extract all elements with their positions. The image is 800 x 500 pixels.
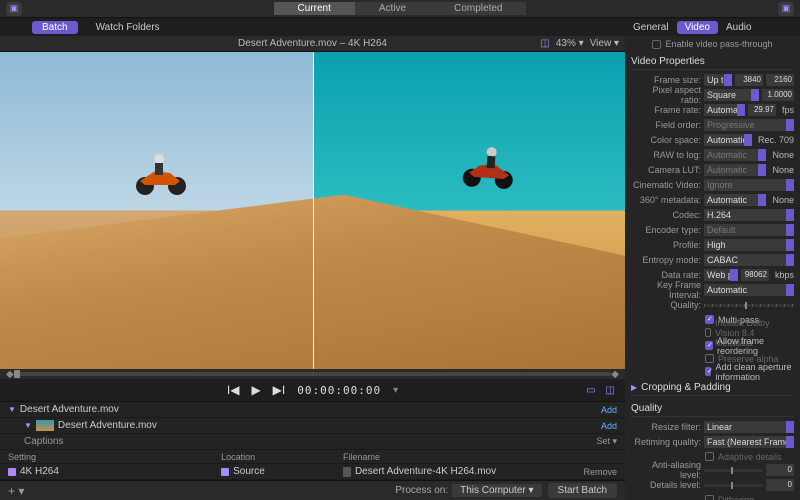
file-icon (343, 467, 351, 477)
encoder-select[interactable]: Default (704, 224, 794, 236)
tab-watch-folders[interactable]: Watch Folders (86, 21, 170, 34)
sub-toolbar: Batch Watch Folders General Video Audio (0, 18, 800, 36)
top-toolbar: ▣ Current Active Completed ▣ (0, 0, 800, 18)
tab-current[interactable]: Current (274, 2, 355, 15)
reorder-checkbox[interactable] (705, 341, 713, 350)
compare-icon[interactable]: ◫ (540, 38, 549, 49)
disclosure-icon[interactable]: ▼ (8, 405, 16, 414)
zoom-level[interactable]: 43% ▾ (556, 38, 584, 49)
inspector-panel: Enable video pass-through Video Properti… (625, 36, 800, 500)
timecode[interactable]: 00:00:00:00 (297, 384, 381, 397)
prev-button[interactable]: I◀ (227, 383, 240, 397)
dolby-checkbox[interactable] (705, 328, 711, 337)
output-row[interactable]: 4K H264 Source Desert Adventure-4K H264.… (0, 464, 625, 480)
section-quality: Quality (631, 399, 794, 417)
retime-select[interactable]: Fast (Nearest Frame) (704, 436, 794, 448)
tab-completed[interactable]: Completed (430, 2, 526, 15)
transport-bar: I◀ ▶ ▶I 00:00:00:00 ▾ ▭ ◫ (0, 379, 625, 401)
meta360-select[interactable]: Automatic (704, 194, 766, 206)
captions-label: Captions (24, 436, 596, 447)
colorspace-select[interactable]: Automatic (704, 134, 752, 146)
batch-list: ▼ Desert Adventure.mov Add ▼ Desert Adve… (0, 401, 625, 480)
start-batch-button[interactable]: Start Batch (548, 483, 617, 498)
section-video-properties: Video Properties (631, 52, 794, 70)
tab-video[interactable]: Video (677, 21, 718, 34)
set-menu[interactable]: Set ▾ (596, 436, 617, 447)
clean-checkbox[interactable] (705, 367, 711, 376)
alpha-checkbox[interactable] (705, 354, 714, 363)
compare-divider[interactable] (313, 52, 314, 369)
add-link[interactable]: Add (601, 421, 617, 431)
main-tabs: Current Active Completed (274, 2, 527, 15)
sidebar-left-icon[interactable]: ▣ (6, 2, 22, 16)
captions-row[interactable]: Captions Set ▾ (0, 434, 625, 450)
timeline-scrubber[interactable]: ◆ ◆ (0, 369, 625, 379)
passthrough-checkbox[interactable] (652, 40, 661, 49)
footer-bar: + ▾ Process on: This Computer ▾ Start Ba… (0, 480, 625, 500)
add-button[interactable]: + ▾ (8, 484, 24, 498)
tab-general[interactable]: General (625, 21, 677, 34)
tab-audio[interactable]: Audio (718, 21, 760, 34)
play-button[interactable]: ▶ (251, 383, 260, 397)
dither-checkbox[interactable] (705, 495, 714, 500)
preview-title: Desert Adventure.mov – 4K H264 (238, 38, 387, 49)
setting-icon (8, 468, 16, 476)
fps-value[interactable]: 29.97 (748, 104, 776, 116)
resize-select[interactable]: Linear (704, 421, 794, 433)
tab-active[interactable]: Active (355, 2, 430, 15)
disclosure-icon[interactable]: ▼ (24, 421, 32, 430)
preview-area[interactable] (0, 52, 625, 369)
profile-select[interactable]: High (704, 239, 794, 251)
add-link[interactable]: Add (601, 405, 617, 415)
keyframe-select[interactable]: Automatic (704, 284, 794, 296)
aa-slider[interactable] (704, 469, 763, 472)
setting-value: 4K H264 (20, 466, 59, 477)
atv-rider-right (453, 132, 527, 192)
job-row[interactable]: ▼ Desert Adventure.mov Add (0, 402, 625, 418)
multipass-checkbox[interactable] (705, 315, 714, 324)
codec-select[interactable]: H.264 (704, 209, 794, 221)
framerate-select[interactable]: Automatic (704, 104, 745, 116)
job-name: Desert Adventure.mov (20, 404, 601, 415)
location-value: Source (233, 466, 265, 477)
par-value[interactable]: 1.0000 (762, 89, 794, 101)
datarate-value[interactable]: 98062 (741, 269, 769, 281)
passthrough-row[interactable]: Enable video pass-through (631, 36, 794, 52)
process-label: Process on: (395, 485, 448, 496)
par-select[interactable]: Square (704, 89, 759, 101)
datarate-select[interactable]: Web publishing (704, 269, 738, 281)
height-field[interactable]: 2160 (766, 74, 794, 86)
preview-header: Desert Adventure.mov – 4K H264 ◫ 43% ▾ V… (0, 36, 625, 52)
compare-toggle-icon[interactable]: ◫ (606, 385, 615, 396)
raw-select[interactable]: Automatic (704, 149, 766, 161)
quality-slider[interactable] (704, 304, 794, 307)
cinematic-select[interactable]: Ignore (704, 179, 794, 191)
location-icon (221, 468, 229, 476)
filename-value: Desert Adventure-4K H264.mov (355, 466, 580, 477)
process-select[interactable]: This Computer ▾ (452, 484, 541, 497)
remove-link[interactable]: Remove (583, 467, 617, 477)
column-headers: SettingLocationFilename (0, 450, 625, 464)
marker-icon[interactable]: ▭ (586, 385, 595, 396)
adaptive-checkbox[interactable] (705, 452, 714, 461)
width-field[interactable]: 3840 (735, 74, 763, 86)
lut-select[interactable]: Automatic (704, 164, 766, 176)
view-menu[interactable]: View ▾ (590, 38, 619, 49)
item-row[interactable]: ▼ Desert Adventure.mov Add (0, 418, 625, 434)
entropy-select[interactable]: CABAC (704, 254, 794, 266)
atv-rider-left (125, 141, 195, 196)
field-select[interactable]: Progressive (704, 119, 794, 131)
preview-image (0, 52, 625, 369)
next-button[interactable]: ▶I (273, 383, 286, 397)
tab-batch[interactable]: Batch (32, 21, 78, 34)
sidebar-right-icon[interactable]: ▣ (778, 2, 794, 16)
frame-size-select[interactable]: Up to 4096 x 2304 (704, 74, 732, 86)
thumbnail (36, 420, 54, 431)
detail-slider[interactable] (704, 484, 763, 487)
item-name: Desert Adventure.mov (58, 420, 601, 431)
